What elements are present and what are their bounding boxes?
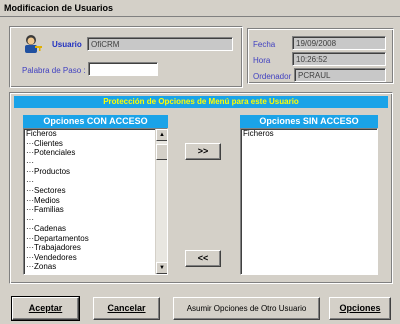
without-access-list[interactable]: Ficheros [240, 128, 378, 275]
move-left-button[interactable]: << [185, 250, 221, 267]
usuario-label: Usuario [52, 40, 82, 49]
list-item[interactable]: ···Clientes [24, 139, 167, 149]
list-item[interactable]: Ficheros [24, 129, 167, 139]
usuario-field: OfiCRM [87, 37, 233, 51]
without-access-header: Opciones SIN ACCESO [240, 115, 378, 128]
accept-button-label: Aceptar [28, 303, 63, 313]
cancel-button-label: Cancelar [107, 303, 146, 313]
scroll-up-button[interactable]: ▲ [156, 129, 167, 141]
options-button[interactable]: Opciones [329, 297, 391, 320]
password-label: Palabra de Paso : [22, 66, 86, 75]
options-button-label: Opciones [339, 303, 381, 313]
with-access-list[interactable]: Ficheros ···Clientes ···Potenciales ··· ···P… [23, 128, 168, 275]
assign-other-user-button[interactable]: Asumir Opciones de Otro Usuario [173, 297, 320, 320]
list-item[interactable]: ··· [24, 158, 167, 168]
list-item[interactable]: ··· [24, 177, 167, 187]
permissions-banner: Protección de Opciones de Menú para este… [14, 96, 388, 108]
user-key-icon [25, 35, 42, 53]
scroll-thumb[interactable] [156, 144, 167, 160]
list-item[interactable]: ···Productos [24, 167, 167, 177]
list-item[interactable]: ···Sectores [24, 186, 167, 196]
list-item[interactable]: Ficheros [241, 129, 377, 139]
move-right-button[interactable]: >> [185, 143, 221, 160]
list-item[interactable]: ···Departamentos [24, 234, 167, 244]
hora-field: 10:26:52 [292, 52, 386, 66]
ordenador-field: PCRAUL [294, 68, 386, 82]
fecha-label: Fecha [253, 40, 276, 49]
list-item[interactable]: ···Trabajadores [24, 243, 167, 253]
list-item[interactable]: ···Potenciales [24, 148, 167, 158]
fecha-field: 19/09/2008 [292, 36, 386, 50]
list-item[interactable]: ···Familias [24, 205, 167, 215]
list-item[interactable]: ···Zonas [24, 262, 167, 272]
window-title: Modificacion de Usuarios [0, 0, 400, 16]
with-access-scrollbar[interactable]: ▲ ▼ [155, 129, 167, 274]
with-access-header: Opciones CON ACCESO [23, 115, 168, 128]
accept-button[interactable]: Aceptar [11, 296, 80, 321]
ordenador-label: Ordenador [253, 72, 292, 81]
list-item[interactable]: ···Vendedores [24, 253, 167, 263]
user-groupbox [9, 26, 243, 88]
scroll-down-button[interactable]: ▼ [156, 262, 167, 274]
password-input[interactable] [88, 62, 158, 76]
list-item[interactable]: ··· [24, 215, 167, 225]
title-divider [0, 16, 400, 17]
list-item[interactable]: ···Cadenas [24, 224, 167, 234]
cancel-button[interactable]: Cancelar [93, 297, 160, 320]
hora-label: Hora [253, 56, 271, 65]
list-item[interactable]: ···Medios [24, 196, 167, 206]
